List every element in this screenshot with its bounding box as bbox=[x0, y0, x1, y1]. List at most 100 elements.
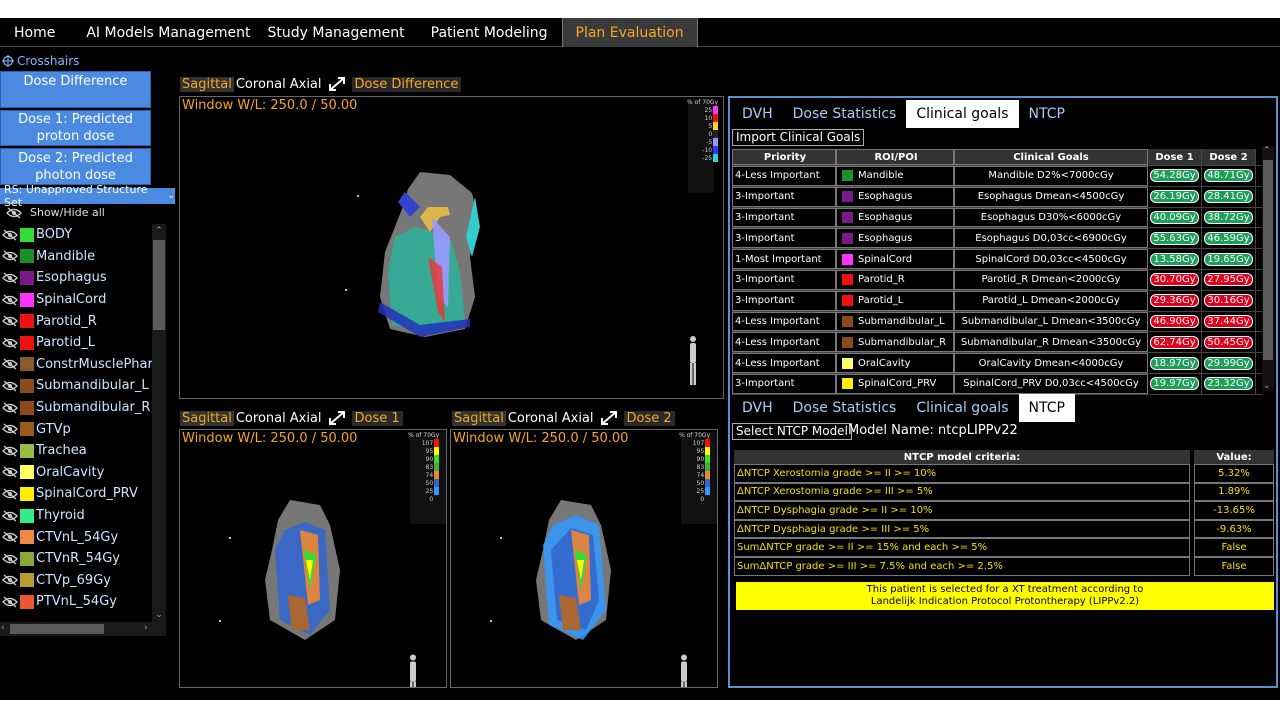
bottom-tab-ntcp[interactable]: NTCP bbox=[1018, 394, 1075, 422]
structure-item[interactable]: Parotid_L bbox=[0, 332, 152, 354]
nav-tab-study-management[interactable]: Study Management bbox=[260, 18, 414, 47]
clinical-goal-row[interactable]: 3-Important SpinalCord_PRV SpinalCord_PRV … bbox=[732, 373, 1262, 395]
import-clinical-goals-button[interactable]: Import Clinical Goals bbox=[732, 129, 865, 146]
structure-item[interactable]: SpinalCord_PRV bbox=[0, 483, 152, 505]
eye-hidden-icon[interactable] bbox=[2, 445, 18, 457]
eye-hidden-icon[interactable] bbox=[2, 423, 18, 435]
br-dose-label[interactable]: Dose 2 bbox=[623, 410, 675, 426]
eye-hidden-icon[interactable] bbox=[2, 574, 18, 586]
bl-viewer-tabs: Sagittal Coronal Axial Dose 1 bbox=[180, 408, 403, 428]
eye-hidden-icon[interactable] bbox=[2, 358, 18, 370]
clinical-goal-row[interactable]: 3-Important Parotid_R Parotid_R Dmean<2000… bbox=[732, 269, 1262, 291]
tab-sagittal[interactable]: Sagittal bbox=[452, 410, 506, 426]
hscrollbar-thumb[interactable] bbox=[10, 624, 104, 634]
eye-hidden-icon[interactable] bbox=[2, 531, 18, 543]
clinical-goal-row[interactable]: 3-Important Parotid_L Parotid_L Dmean<2000… bbox=[732, 290, 1262, 312]
structure-item[interactable]: Thyroid bbox=[0, 505, 152, 527]
crosshairs-toggle[interactable]: Crosshairs bbox=[2, 54, 79, 68]
structure-item[interactable]: Esophagus bbox=[0, 267, 152, 289]
bottom-tab-clinical-goals[interactable]: Clinical goals bbox=[906, 394, 1018, 422]
top-dose-label[interactable]: Dose Difference bbox=[351, 76, 462, 92]
structure-item[interactable]: CTVp_69Gy bbox=[0, 570, 152, 592]
top-tab-dvh[interactable]: DVH bbox=[732, 100, 783, 128]
clinical-goal-row[interactable]: 4-Less Important OralCavity OralCavity Dme… bbox=[732, 353, 1262, 374]
structure-item[interactable]: BODY bbox=[0, 224, 152, 246]
br-viewport[interactable]: Window W/L: 250.0 / 50.00 % of 70Gy 107 9… bbox=[450, 429, 718, 688]
scroll-left-icon[interactable]: ‹ bbox=[1, 623, 5, 633]
clinical-goal-row[interactable]: 4-Less Important Submandibular_R Submandib… bbox=[732, 332, 1262, 354]
eye-hidden-icon[interactable] bbox=[2, 466, 18, 478]
eye-hidden-icon[interactable] bbox=[2, 315, 18, 327]
tab-axial[interactable]: Axial bbox=[560, 411, 596, 426]
bottom-tab-dvh[interactable]: DVH bbox=[732, 394, 783, 422]
expand-icon[interactable] bbox=[328, 410, 346, 426]
structure-item[interactable]: ConstrMusclePhary bbox=[0, 354, 152, 376]
structure-set-select[interactable]: RS: Unapproved Structure Set ⌄ bbox=[0, 183, 175, 209]
clinical-goal-row[interactable]: 1-Most Important SpinalCord SpinalCord D0,… bbox=[732, 249, 1262, 270]
clinical-goal-row[interactable]: 3-Important Esophagus Esophagus D0,03cc<69… bbox=[732, 228, 1262, 250]
select-ntcp-model-button[interactable]: Select NTCP Model bbox=[732, 423, 852, 440]
scrollbar-thumb[interactable] bbox=[153, 240, 165, 330]
clinical-goals-scrollbar[interactable]: ⌃ ⌄ bbox=[1262, 146, 1274, 391]
structure-item[interactable]: OralCavity bbox=[0, 462, 152, 484]
scroll-right-icon[interactable]: › bbox=[144, 623, 148, 633]
tab-coronal[interactable]: Coronal bbox=[506, 411, 560, 426]
structure-item[interactable]: GTVp bbox=[0, 418, 152, 440]
scroll-up-icon[interactable]: ⌃ bbox=[154, 226, 164, 236]
structure-item[interactable]: Submandibular_R bbox=[0, 397, 152, 419]
tab-sagittal[interactable]: Sagittal bbox=[180, 76, 234, 92]
bl-viewport[interactable]: Window W/L: 250.0 / 50.00 % of 70Gy 107 9… bbox=[179, 429, 447, 688]
structure-item[interactable]: Submandibular_L bbox=[0, 375, 152, 397]
nav-tab-ai-models[interactable]: AI Models Management bbox=[77, 18, 259, 47]
roi-color-swatch bbox=[842, 253, 853, 265]
nav-tab-plan-evaluation[interactable]: Plan Evaluation bbox=[561, 18, 698, 47]
top-tab-clinical-goals[interactable]: Clinical goals bbox=[906, 100, 1019, 128]
nav-tab-home[interactable]: Home bbox=[0, 18, 77, 47]
bl-dose-label[interactable]: Dose 1 bbox=[351, 410, 403, 426]
expand-icon[interactable] bbox=[600, 410, 618, 426]
expand-icon[interactable] bbox=[328, 76, 346, 92]
structure-item[interactable]: Parotid_R bbox=[0, 310, 152, 332]
eye-hidden-icon[interactable] bbox=[2, 596, 18, 608]
structure-list-scrollbar[interactable]: ⌃ ⌄ bbox=[152, 224, 166, 622]
structure-item[interactable]: CTVnL_54Gy bbox=[0, 526, 152, 548]
top-tab-dose-statistics[interactable]: Dose Statistics bbox=[783, 100, 907, 128]
structure-item[interactable]: PTVnL_54Gy bbox=[0, 591, 152, 613]
structure-item[interactable]: Trachea bbox=[0, 440, 152, 462]
top-tab-ntcp[interactable]: NTCP bbox=[1019, 100, 1075, 128]
eye-hidden-icon[interactable] bbox=[2, 229, 18, 241]
clinical-goal-row[interactable]: 3-Important Esophagus Esophagus Dmean<4500… bbox=[732, 186, 1262, 208]
tab-axial[interactable]: Axial bbox=[288, 77, 324, 92]
eye-hidden-icon[interactable] bbox=[2, 294, 18, 306]
eye-hidden-icon[interactable] bbox=[2, 250, 18, 262]
eye-hidden-icon[interactable] bbox=[2, 553, 18, 565]
structure-list-hscrollbar[interactable]: ‹ › bbox=[0, 622, 166, 636]
tab-axial[interactable]: Axial bbox=[288, 411, 324, 426]
eye-hidden-icon[interactable] bbox=[2, 510, 18, 522]
tab-coronal[interactable]: Coronal bbox=[234, 411, 288, 426]
clinical-goal-row[interactable]: 4-Less Important Mandible Mandible D2%<700… bbox=[732, 166, 1262, 187]
scroll-down-icon[interactable]: ⌄ bbox=[154, 610, 164, 620]
eye-hidden-icon[interactable] bbox=[2, 488, 18, 500]
tab-sagittal[interactable]: Sagittal bbox=[180, 410, 234, 426]
structure-item[interactable]: CTVnR_54Gy bbox=[0, 548, 152, 570]
structure-item[interactable]: Mandible bbox=[0, 246, 152, 268]
eye-hidden-icon[interactable] bbox=[2, 272, 18, 284]
clinical-goal-row[interactable]: 4-Less Important Submandibular_L Submandib… bbox=[732, 311, 1262, 333]
show-hide-all[interactable]: Show/Hide all bbox=[4, 206, 105, 219]
eye-hidden-icon[interactable] bbox=[2, 337, 18, 349]
scrollbar-thumb[interactable] bbox=[1263, 160, 1273, 360]
bottom-tab-dose-statistics[interactable]: Dose Statistics bbox=[783, 394, 907, 422]
eye-hidden-icon[interactable] bbox=[2, 402, 18, 414]
scroll-up-icon[interactable]: ⌃ bbox=[1263, 146, 1271, 156]
nav-tab-patient-modeling[interactable]: Patient Modeling bbox=[414, 18, 557, 47]
tab-coronal[interactable]: Coronal bbox=[234, 77, 288, 92]
structure-item[interactable]: SpinalCord bbox=[0, 289, 152, 311]
clinical-goal-row[interactable]: 3-Important Esophagus Esophagus D30%<6000c… bbox=[732, 207, 1262, 229]
scroll-down-icon[interactable]: ⌄ bbox=[1263, 381, 1271, 391]
eye-hidden-icon[interactable] bbox=[2, 380, 18, 392]
dose1-button[interactable]: Dose 1: Predicted proton dose bbox=[0, 110, 151, 146]
dose2-button[interactable]: Dose 2: Predicted photon dose bbox=[0, 148, 151, 185]
top-viewport[interactable]: Window W/L: 250.0 / 50.00 % of 70Gy 25 10… bbox=[179, 96, 724, 399]
dose-difference-button[interactable]: Dose Difference bbox=[0, 71, 151, 108]
